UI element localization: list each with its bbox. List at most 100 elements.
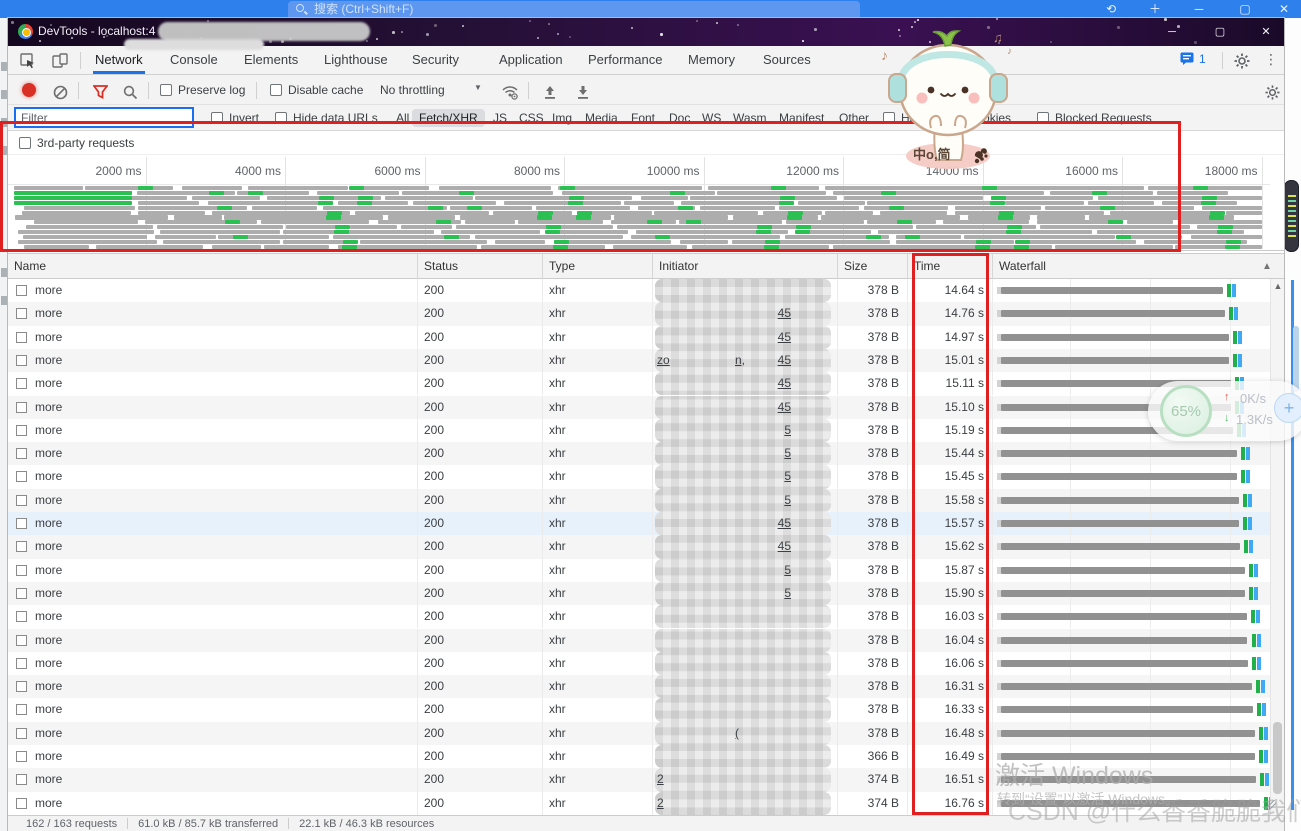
network-overview[interactable]: 2000 ms4000 ms6000 ms8000 ms10000 ms1200… <box>8 155 1284 251</box>
waterfall-bar[interactable] <box>1001 450 1237 457</box>
column-header-type[interactable]: Type <box>543 254 653 279</box>
filter-category-js[interactable]: JS <box>490 109 510 127</box>
waterfall-bar[interactable] <box>1001 706 1253 713</box>
hide-data-urls-checkbox[interactable]: Hide data URLs <box>272 109 381 127</box>
table-row[interactable]: more200xhr5378 B15.45 s <box>8 465 1270 488</box>
checkbox-icon[interactable] <box>270 84 282 96</box>
checkbox-icon[interactable] <box>160 84 172 96</box>
initiator-link-fragment[interactable]: 45 <box>778 512 791 535</box>
table-row[interactable]: more200xhr378 B16.06 s <box>8 652 1270 675</box>
import-har-icon[interactable] <box>538 81 562 103</box>
search-icon[interactable] <box>118 81 142 103</box>
tab-console[interactable]: Console <box>168 46 220 74</box>
more-options-icon[interactable]: ⋮ <box>1264 51 1274 68</box>
waterfall-bar[interactable] <box>1001 660 1248 667</box>
table-row[interactable]: more200xhr45378 B15.57 s <box>8 512 1270 535</box>
waterfall-bar[interactable] <box>1001 590 1245 597</box>
clear-icon[interactable] <box>48 81 72 103</box>
table-row[interactable]: more200xhr5378 B15.87 s <box>8 559 1270 582</box>
invert-checkbox[interactable]: Invert <box>208 109 262 127</box>
table-row[interactable]: more200xhr378 B16.31 s <box>8 675 1270 698</box>
browser-find-bar[interactable]: 搜索 (Ctrl+Shift+F) <box>288 1 860 18</box>
filter-category-wasm[interactable]: Wasm <box>730 109 770 127</box>
table-row[interactable]: more200xhr(378 B16.48 s <box>8 722 1270 745</box>
waterfall-bar[interactable] <box>1001 613 1247 620</box>
table-row[interactable]: more200xhr366 B16.49 s <box>8 745 1270 768</box>
filter-funnel-icon[interactable] <box>88 81 112 103</box>
filter-category-css[interactable]: CSS <box>516 109 547 127</box>
tab-network[interactable]: Network <box>93 46 145 74</box>
table-row[interactable]: more200xhr378 B14.64 s <box>8 279 1270 302</box>
filter-category-font[interactable]: Font <box>628 109 658 127</box>
table-row[interactable]: more200xhr5378 B15.19 s <box>8 419 1270 442</box>
checkbox-icon[interactable] <box>275 112 287 124</box>
filter-category-ws[interactable]: WS <box>699 109 724 127</box>
column-header-time[interactable]: Time <box>908 254 993 279</box>
column-header-waterfall[interactable]: Waterfall <box>993 254 1270 279</box>
widget-expand-button[interactable]: + <box>1274 393 1301 423</box>
waterfall-bar[interactable] <box>1001 310 1225 317</box>
preserve-log-checkbox[interactable]: Preserve log <box>160 83 245 97</box>
initiator-link-fragment[interactable]: 45 <box>778 535 791 558</box>
disable-cache-checkbox[interactable]: Disable cache <box>270 83 363 97</box>
initiator-link-fragment[interactable]: 5 <box>784 489 791 512</box>
initiator-link-fragment[interactable]: 45 <box>778 302 791 325</box>
table-row[interactable]: more200xhr45378 B14.76 s <box>8 302 1270 325</box>
checkbox-icon[interactable] <box>19 137 31 149</box>
has-blocked-cookies-checkbox[interactable]: Has blocked cookies <box>880 109 1014 127</box>
filter-category-other[interactable]: Other <box>836 109 872 127</box>
initiator-link-fragment[interactable]: ( <box>735 722 739 745</box>
scrollbar-up-arrow[interactable]: ▲ <box>1271 281 1285 291</box>
initiator-link-fragment[interactable]: 2 <box>657 792 664 815</box>
waterfall-bar[interactable] <box>1001 753 1255 760</box>
record-button[interactable] <box>22 83 36 97</box>
column-header-name[interactable]: Name <box>8 254 418 279</box>
new-tab-icon[interactable]: ＋ <box>1146 0 1164 18</box>
waterfall-bar[interactable] <box>1001 473 1237 480</box>
tab-security[interactable]: Security <box>410 46 461 74</box>
devtools-close-button[interactable]: ✕ <box>1246 18 1284 46</box>
column-header-size[interactable]: Size <box>838 254 908 279</box>
table-row[interactable]: more200xhr5378 B15.90 s <box>8 582 1270 605</box>
devtools-minimize-button[interactable]: ─ <box>1152 18 1192 46</box>
waterfall-bar[interactable] <box>1001 520 1239 527</box>
waterfall-bar[interactable] <box>1001 287 1223 294</box>
waterfall-bar[interactable] <box>1001 497 1239 504</box>
initiator-link-fragment[interactable]: 45 <box>778 372 791 395</box>
tab-performance[interactable]: Performance <box>586 46 664 74</box>
filter-category-img[interactable]: Img <box>549 109 575 127</box>
overview-waterfall-minimap[interactable] <box>8 186 1270 251</box>
browser-maximize-button[interactable]: ▢ <box>1236 0 1254 18</box>
waterfall-bar[interactable] <box>1001 334 1229 341</box>
table-row[interactable]: more200xhr2374 B16.51 s <box>8 768 1270 791</box>
filter-category-doc[interactable]: Doc <box>666 109 693 127</box>
waterfall-bar[interactable] <box>1001 637 1247 644</box>
browser-close-button[interactable]: ✕ <box>1275 0 1293 18</box>
column-header-status[interactable]: Status <box>418 254 543 279</box>
table-row[interactable]: more200xhr45378 B14.97 s <box>8 326 1270 349</box>
browser-minimize-button[interactable]: ─ <box>1190 0 1208 18</box>
initiator-link-fragment[interactable]: 5 <box>784 559 791 582</box>
waterfall-bar[interactable] <box>1001 800 1260 807</box>
device-toolbar-icon[interactable] <box>48 50 72 72</box>
issues-badge[interactable]: 1 <box>1180 52 1206 66</box>
tab-sources[interactable]: Sources <box>761 46 813 74</box>
filter-category-manifest[interactable]: Manifest <box>776 109 827 127</box>
settings-gear-icon[interactable] <box>1230 50 1254 72</box>
table-row[interactable]: more200xhr45378 B15.10 s <box>8 396 1270 419</box>
filter-input[interactable] <box>14 107 194 128</box>
panel-settings-gear-icon[interactable] <box>1260 81 1284 103</box>
blocked-requests-checkbox[interactable]: Blocked Requests <box>1034 109 1155 127</box>
checkbox-icon[interactable] <box>211 112 223 124</box>
tab-memory[interactable]: Memory <box>686 46 737 74</box>
table-row[interactable]: more200xhr2374 B16.76 s <box>8 792 1270 815</box>
waterfall-bar[interactable] <box>1001 730 1255 737</box>
filter-category-fetchxhr[interactable]: Fetch/XHR <box>412 109 485 127</box>
table-row[interactable]: more200xhr378 B16.03 s <box>8 605 1270 628</box>
initiator-link-fragment[interactable]: 5 <box>784 582 791 605</box>
initiator-link-fragment[interactable]: 5 <box>784 442 791 465</box>
table-row[interactable]: more200xhrzon,45378 B15.01 s <box>8 349 1270 372</box>
checkbox-icon[interactable] <box>1037 112 1049 124</box>
filter-category-all[interactable]: All <box>393 109 412 127</box>
waterfall-bar[interactable] <box>1001 683 1252 690</box>
